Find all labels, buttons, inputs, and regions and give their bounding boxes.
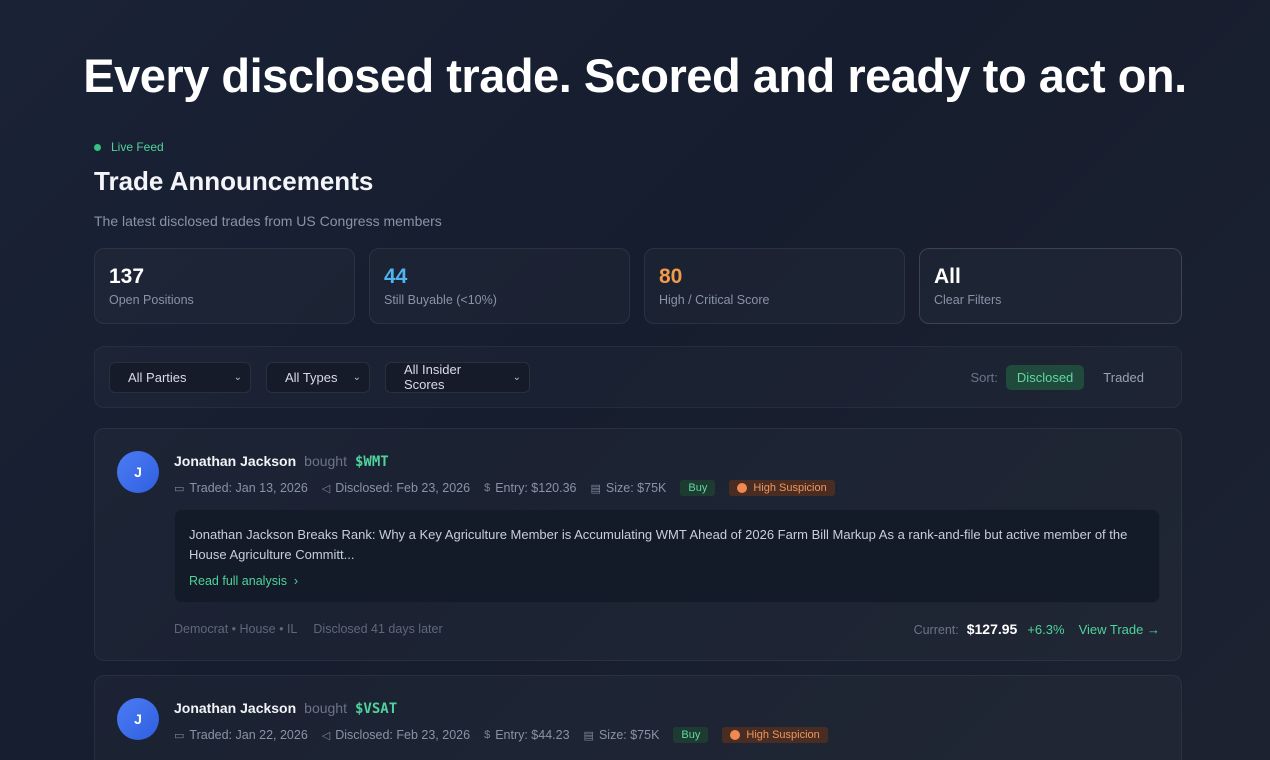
sort-disclosed-button[interactable]: Disclosed [1005, 364, 1085, 390]
avatar: J [117, 451, 159, 493]
disclosed-date: ◁ Disclosed: Feb 23, 2026 [322, 481, 470, 495]
stat-open-positions[interactable]: 137 Open Positions [94, 248, 355, 324]
sort-label: Sort: [970, 369, 998, 385]
page-title: Trade Announcements [94, 166, 374, 196]
clear-filters-button[interactable]: All Clear Filters [919, 248, 1182, 324]
trade-verb: bought [304, 453, 347, 469]
price-summary: Current: $127.95 +6.3% View Trade → [914, 621, 1160, 637]
insider-score-filter-select[interactable]: All Insider Scores ⌄ [385, 361, 530, 393]
stat-label: High / Critical Score [659, 293, 770, 307]
entry-price-text: Entry: $44.23 [495, 728, 570, 742]
disclosure-delay: Disclosed 41 days later [313, 622, 443, 636]
trade-header: Jonathan Jackson bought $WMT [174, 453, 389, 470]
stats-row: 137 Open Positions 44 Still Buyable (<10… [94, 248, 1182, 324]
stat-label: Open Positions [109, 293, 194, 307]
trade-size: ▤ Size: $75K [584, 728, 660, 742]
stat-value: All [934, 265, 961, 288]
trade-footer: Democrat • House • IL Disclosed 41 days … [174, 621, 1160, 637]
trade-size-text: Size: $75K [598, 728, 660, 742]
calendar-icon: ▭ [174, 482, 185, 495]
stat-still-buyable[interactable]: 44 Still Buyable (<10%) [369, 248, 630, 324]
analysis-box: Jonathan Jackson Breaks Rank: Why a Key … [174, 509, 1160, 603]
trade-verb: bought [304, 700, 347, 716]
current-label: Current: [913, 623, 959, 637]
suspicion-badge: High Suspicion [722, 727, 828, 743]
suspicion-badge: High Suspicion [729, 480, 835, 496]
page-subtitle: The latest disclosed trades from US Cong… [94, 213, 442, 229]
suspicion-dot-icon [737, 483, 748, 493]
sort-traded-button[interactable]: Traded [1092, 365, 1155, 390]
suspicion-label: High Suspicion [746, 729, 820, 741]
trade-meta: ▭ Traded: Jan 13, 2026 ◁ Disclosed: Feb … [174, 480, 835, 496]
suspicion-dot-icon [730, 730, 741, 740]
ticker-symbol[interactable]: $WMT [355, 454, 389, 470]
megaphone-icon: ◁ [321, 729, 331, 742]
document-icon: ▤ [583, 729, 594, 742]
trade-card[interactable]: J Jonathan Jackson bought $WMT ▭ Traded:… [94, 428, 1182, 661]
trade-type-badge: Buy [673, 727, 709, 743]
dollar-icon: $ [484, 482, 491, 494]
chevron-down-icon: ⌄ [233, 371, 242, 383]
trade-meta: ▭ Traded: Jan 22, 2026 ◁ Disclosed: Feb … [174, 727, 828, 743]
stat-high-critical-score[interactable]: 80 High / Critical Score [644, 248, 905, 324]
traded-date-text: Traded: Jan 13, 2026 [189, 481, 308, 495]
member-name[interactable]: Jonathan Jackson [174, 453, 296, 469]
price-change: +6.3% [1027, 622, 1065, 637]
stat-value: 137 [109, 265, 145, 288]
avatar: J [117, 698, 159, 740]
ticker-symbol[interactable]: $VSAT [355, 701, 397, 717]
live-feed-indicator: Live Feed [94, 140, 1182, 154]
type-filter-select[interactable]: All Types ⌄ [266, 361, 370, 393]
entry-price: $ Entry: $44.23 [484, 728, 569, 742]
live-feed-label: Live Feed [111, 140, 164, 154]
trade-size: ▤ Size: $75K [591, 481, 667, 495]
select-value: All Insider Scores [404, 362, 462, 392]
member-affiliation: Democrat • House • IL [174, 622, 298, 636]
trade-header: Jonathan Jackson bought $VSAT [174, 700, 397, 717]
disclosed-date-text: Disclosed: Feb 23, 2026 [335, 728, 471, 742]
chevron-right-icon: › [290, 574, 299, 588]
dollar-icon: $ [484, 729, 491, 741]
suspicion-label: High Suspicion [753, 482, 827, 494]
chevron-down-icon: ⌄ [512, 371, 521, 383]
member-name[interactable]: Jonathan Jackson [174, 700, 296, 716]
chevron-down-icon: ⌄ [352, 371, 361, 383]
traded-date-text: Traded: Jan 22, 2026 [189, 728, 308, 742]
view-trade-link[interactable]: View Trade → [1079, 622, 1160, 637]
filter-bar: All Parties ⌄ All Types ⌄ All Insider Sc… [94, 346, 1182, 408]
trade-card[interactable]: J Jonathan Jackson bought $VSAT ▭ Traded… [94, 675, 1182, 760]
stat-label: Clear Filters [934, 293, 1002, 307]
trade-feed-panel: Live Feed Trade Announcements The latest… [94, 140, 1182, 760]
sort-controls: Sort: Disclosed Traded [970, 364, 1167, 390]
read-full-analysis-link[interactable]: Read full analysis › [189, 571, 1145, 591]
select-value: All Parties [128, 369, 187, 385]
megaphone-icon: ◁ [321, 482, 331, 495]
traded-date: ▭ Traded: Jan 13, 2026 [174, 481, 308, 495]
traded-date: ▭ Traded: Jan 22, 2026 [174, 728, 308, 742]
analysis-text: Jonathan Jackson Breaks Rank: Why a Key … [189, 527, 1128, 562]
stat-value: 80 [659, 265, 683, 288]
stat-label: Still Buyable (<10%) [384, 293, 497, 307]
current-price: $127.95 [966, 621, 1018, 637]
disclosed-date: ◁ Disclosed: Feb 23, 2026 [322, 728, 470, 742]
entry-price: $ Entry: $120.36 [484, 481, 576, 495]
hero-headline: Every disclosed trade. Scored and ready … [83, 49, 1187, 102]
calendar-icon: ▭ [174, 729, 185, 742]
entry-price-text: Entry: $120.36 [495, 481, 577, 495]
stat-value: 44 [384, 265, 408, 288]
read-more-label: Read full analysis [189, 574, 287, 588]
trade-type-badge: Buy [680, 480, 716, 496]
disclosed-date-text: Disclosed: Feb 23, 2026 [335, 481, 471, 495]
live-dot-icon [94, 143, 101, 151]
document-icon: ▤ [590, 482, 601, 495]
select-value: All Types [285, 369, 338, 385]
party-filter-select[interactable]: All Parties ⌄ [109, 361, 251, 393]
trade-size-text: Size: $75K [605, 481, 667, 495]
